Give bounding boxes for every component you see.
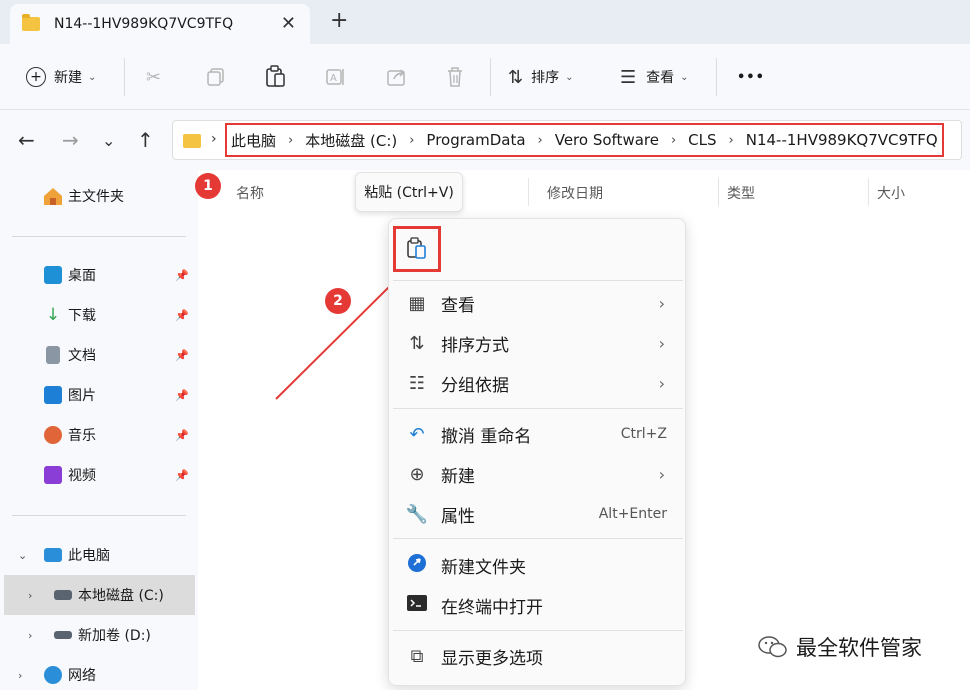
paste-menu-button[interactable] [393, 226, 441, 272]
wrench-icon: 🔧 [405, 503, 429, 525]
menu-item-label: 在终端中打开 [441, 597, 543, 618]
menu-item-properties[interactable]: 🔧 属性 Alt+Enter [389, 494, 687, 534]
menu-item-label: 新建 [441, 466, 475, 487]
menu-item-label: 显示更多选项 [441, 648, 543, 669]
menu-divider [393, 280, 683, 281]
menu-item-new[interactable]: ⊕ 新建 › [389, 454, 687, 494]
more-options-icon: ⧉ [410, 645, 424, 667]
terminal-icon [405, 594, 429, 617]
grid-icon: ▦ [408, 292, 426, 314]
menu-divider [393, 538, 683, 539]
menu-item-label: 新建文件夹 [441, 557, 526, 578]
menu-item-view[interactable]: ▦ 查看 › [389, 283, 687, 323]
chevron-right-icon: › [658, 464, 665, 484]
menu-item-new-folder[interactable]: 新建文件夹 [389, 545, 687, 585]
menu-item-more-options[interactable]: ⧉ 显示更多选项 [389, 636, 687, 676]
menu-item-label: 分组依据 [441, 375, 509, 396]
group-icon: ☷ [408, 372, 426, 394]
sort-icon: ⇅ [409, 332, 425, 354]
watermark: 最全软件管家 [758, 632, 922, 662]
menu-divider [393, 408, 683, 409]
undo-icon: ↶ [409, 423, 425, 445]
new-folder-icon [405, 553, 429, 578]
menu-item-group[interactable]: ☷ 分组依据 › [389, 363, 687, 403]
chevron-right-icon: › [658, 333, 665, 353]
menu-divider [393, 630, 683, 631]
menu-item-label: 查看 [441, 295, 475, 316]
menu-shortcut: Ctrl+Z [620, 426, 667, 442]
wechat-icon [758, 636, 787, 658]
menu-item-terminal[interactable]: 在终端中打开 [389, 585, 687, 625]
menu-item-label: 排序方式 [441, 335, 509, 356]
menu-item-undo[interactable]: ↶ 撤消 重命名 Ctrl+Z [389, 414, 687, 454]
menu-item-label: 属性 [441, 506, 475, 527]
plus-circle-icon: ⊕ [409, 463, 425, 485]
paste-tooltip: 粘贴 (Ctrl+V) [355, 172, 463, 212]
paste-icon [407, 237, 426, 259]
chevron-right-icon: › [658, 293, 665, 313]
menu-item-sort[interactable]: ⇅ 排序方式 › [389, 323, 687, 363]
chevron-right-icon: › [658, 373, 665, 393]
menu-item-label: 撤消 重命名 [441, 426, 532, 447]
watermark-text: 最全软件管家 [796, 636, 922, 660]
context-menu: ▦ 查看 › ⇅ 排序方式 › ☷ 分组依据 › ↶ 撤消 重命名 Ctrl+Z… [388, 218, 686, 686]
menu-shortcut: Alt+Enter [598, 506, 667, 522]
